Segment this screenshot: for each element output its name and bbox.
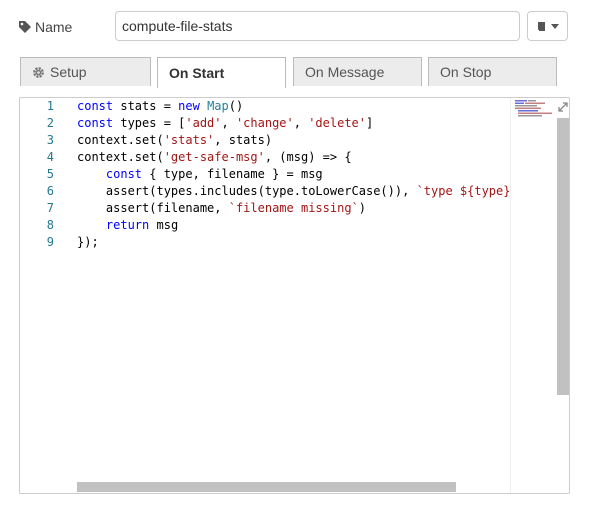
tab-on-start-label: On Start [169, 65, 225, 81]
tab-on-stop-label: On Stop [440, 64, 492, 80]
line-number: 3 [46, 133, 54, 147]
line-number: 1 [46, 99, 54, 113]
line-number: 8 [46, 218, 54, 232]
code-line[interactable]: return msg [77, 217, 178, 234]
caret-down-icon [551, 23, 559, 29]
code-line[interactable]: context.set('stats', stats) [77, 132, 272, 149]
name-input[interactable] [115, 11, 520, 41]
horizontal-scrollbar[interactable] [77, 482, 456, 492]
name-label: Name [18, 17, 72, 37]
tab-on-stop[interactable]: On Stop [428, 57, 557, 86]
code-line[interactable]: assert(filename, `filename missing`) [77, 200, 366, 217]
code-line[interactable]: context.set('get-safe-msg', (msg) => { [77, 149, 352, 166]
tab-on-message-label: On Message [305, 64, 385, 80]
expand-editor-icon[interactable] [556, 100, 570, 114]
minimap-preview [515, 100, 552, 117]
minimap[interactable] [510, 98, 557, 493]
line-number: 6 [46, 184, 54, 198]
line-number: 4 [46, 150, 54, 164]
tag-icon [19, 21, 31, 33]
code-line[interactable]: assert(types.includes(type.toLowerCase()… [77, 183, 509, 200]
gear-icon [33, 66, 44, 78]
line-number: 9 [46, 235, 54, 249]
tab-setup[interactable]: Setup [20, 57, 151, 86]
tab-on-message[interactable]: On Message [293, 57, 422, 86]
code-line[interactable]: const stats = new Map() [77, 98, 243, 115]
line-number: 5 [46, 167, 54, 181]
vertical-scrollbar[interactable] [557, 118, 569, 395]
code-line[interactable]: const types = ['add', 'change', 'delete'… [77, 115, 373, 132]
code-line[interactable]: }); [77, 234, 99, 251]
code-area[interactable]: const stats = new Map() const types = ['a… [77, 98, 509, 478]
tab-on-start[interactable]: On Start [157, 57, 286, 88]
book-icon [538, 21, 545, 31]
line-number: 7 [46, 201, 54, 215]
code-editor[interactable]: 1 2 3 4 5 6 7 8 9 const stats = new Map(… [19, 97, 570, 494]
code-line[interactable]: const { type, filename } = msg [77, 166, 323, 183]
tab-bar: Setup On Start On Message On Stop [20, 57, 570, 88]
name-label-text: Name [35, 19, 73, 35]
tab-setup-label: Setup [50, 64, 87, 80]
node-help-dropdown-button[interactable] [527, 11, 568, 41]
line-number: 2 [46, 116, 54, 130]
